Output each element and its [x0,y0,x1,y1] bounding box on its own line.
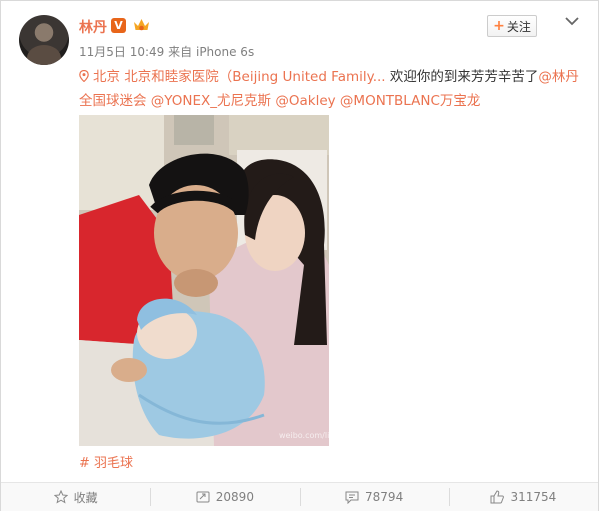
source-device[interactable]: iPhone 6s [196,45,254,59]
thumbs-up-icon [490,490,505,504]
mention-link[interactable]: @MONTBLANC万宝龙 [340,93,480,109]
vip-crown-icon [134,19,149,31]
location-text: 北京 北京和睦家医院（Beijing United Family... [93,69,386,85]
repost-icon [196,491,210,503]
user-avatar[interactable] [19,15,69,65]
source-prefix: 来自 [168,45,193,59]
follow-label: 关注 [506,19,531,34]
repost-count: 20890 [215,490,254,504]
like-count: 311754 [510,490,557,504]
verified-badge-icon: V [111,18,126,33]
comment-icon [345,491,359,504]
topic-label: 羽毛球 [94,456,134,471]
location-pin-icon [79,70,89,82]
favorite-label: 收藏 [73,490,98,505]
body-text: 欢迎你的到来芳芳辛苦了 [385,69,539,85]
mention-link[interactable]: @YONEX_尤尼克斯 [151,93,271,109]
star-icon [53,490,68,504]
user-name[interactable]: 林丹 [79,17,107,37]
post-text: 北京 北京和睦家医院（Beijing United Family... 欢迎你的… [79,65,579,113]
weibo-post-card: 林丹 V 11月5日 10:49 来自 iPhone 6s + 关注 北京 北京… [0,0,599,511]
mention-link[interactable]: @Oakley [275,93,335,109]
topic-link[interactable]: # 羽毛球 [79,452,133,471]
hash-icon: # [79,456,90,471]
post-photo[interactable]: weibo.com/lindan [79,115,329,446]
follow-button[interactable]: + 关注 [487,15,537,37]
post-date[interactable]: 11月5日 10:49 [79,45,164,59]
action-bar: 收藏 20890 78794 311754 [1,482,598,511]
chevron-down-icon[interactable] [563,12,581,30]
post-meta: 11月5日 10:49 来自 iPhone 6s [79,43,254,60]
repost-button[interactable]: 20890 [150,483,299,511]
like-button[interactable]: 311754 [448,483,598,511]
comment-button[interactable]: 78794 [299,483,449,511]
comment-count: 78794 [365,490,404,504]
location-link[interactable]: 北京 北京和睦家医院（Beijing United Family... [79,69,386,85]
favorite-button[interactable]: 收藏 [1,483,150,511]
photo-watermark: weibo.com/lindan [279,431,329,440]
plus-icon: + [493,18,505,34]
photo-illustration [79,115,329,446]
